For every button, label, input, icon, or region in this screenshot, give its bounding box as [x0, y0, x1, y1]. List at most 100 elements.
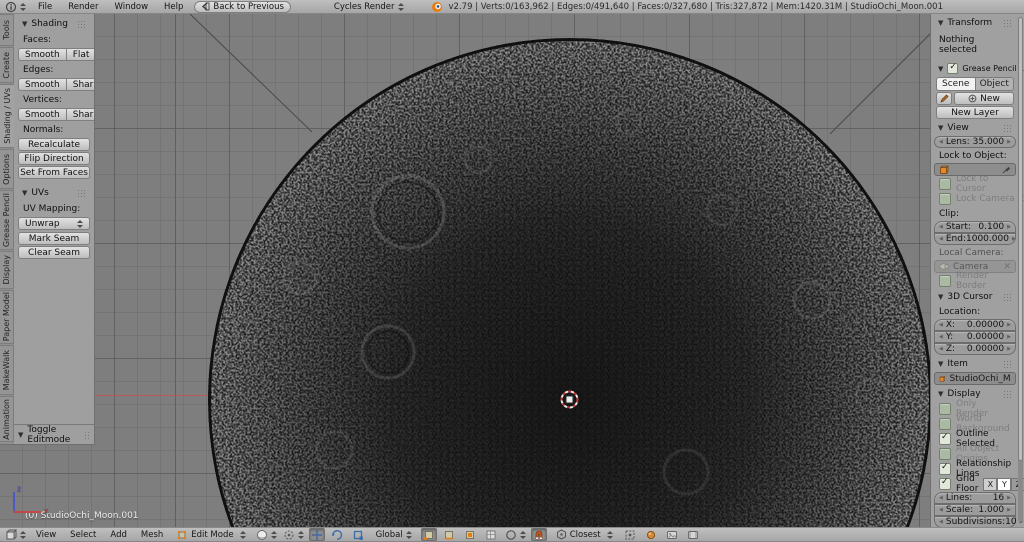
menu-window[interactable]: Window	[110, 2, 154, 12]
decrement-icon[interactable]: ◀	[939, 507, 943, 513]
decrement-icon[interactable]: ◀	[939, 495, 943, 501]
vertex-select-button[interactable]	[420, 528, 437, 541]
grid-scale-field[interactable]: ◀ Scale: 1.000 ▶	[934, 504, 1016, 516]
decrement-icon[interactable]: ◀	[939, 139, 943, 145]
menu-add[interactable]: Add	[105, 530, 131, 540]
increment-icon[interactable]: ▶	[1007, 334, 1011, 340]
menu-file[interactable]: File	[33, 2, 57, 12]
panel-header-item[interactable]: ▼ Item	[934, 356, 1016, 371]
snap-element-dropdown[interactable]: Closest	[551, 529, 618, 540]
increment-icon[interactable]: ▶	[1007, 495, 1011, 501]
decrement-icon[interactable]: ◀	[939, 519, 943, 525]
automerge-button[interactable]	[643, 528, 660, 541]
item-name-field[interactable]: StudioOchi_Moon.0...	[934, 372, 1016, 385]
render-border-checkbox[interactable]	[939, 275, 951, 287]
tab-create[interactable]: Create	[0, 47, 14, 83]
close-icon[interactable]: ✕	[1003, 262, 1011, 272]
lock-camera-checkbox[interactable]	[939, 193, 951, 205]
tab-display[interactable]: Display	[0, 251, 14, 289]
new-layer-button[interactable]: New Layer	[936, 106, 1014, 119]
properties-scrollbar[interactable]	[1018, 17, 1023, 522]
lens-field[interactable]: ◀ Lens: 35.000 ▶	[934, 136, 1016, 148]
increment-icon[interactable]: ▶	[1007, 507, 1011, 513]
set-from-faces-button[interactable]: Set From Faces	[18, 166, 90, 179]
manipulator-scale-button[interactable]	[350, 528, 367, 541]
grid-subdivisions-field[interactable]: ◀ Subdivisions: 10 ▶	[934, 516, 1023, 527]
relationship-lines-checkbox[interactable]	[939, 462, 951, 475]
panel-header-view[interactable]: ▼ View	[934, 120, 1016, 135]
edge-select-button[interactable]	[441, 528, 458, 541]
3d-viewport[interactable]: Front Ortho (0) StudioOchi_Moon.001 x z	[0, 14, 930, 527]
all-object-origins-checkbox[interactable]	[939, 448, 951, 460]
tab-grease-pencil[interactable]: Grease Pencil	[0, 190, 14, 250]
mode-dropdown[interactable]: Edit Mode	[172, 529, 250, 540]
uv-unwrap-dropdown[interactable]: Unwrap	[18, 217, 90, 230]
world-background-checkbox[interactable]	[939, 418, 951, 430]
panel-header-uvs[interactable]: ▼ UVs	[18, 185, 90, 200]
panel-header-shading[interactable]: ▼ Shading	[18, 16, 90, 31]
increment-icon[interactable]: ▶	[1007, 139, 1011, 145]
opengl-render-button[interactable]	[664, 528, 681, 541]
limit-selection-visible-button[interactable]	[483, 528, 500, 541]
editor-type-button[interactable]	[4, 0, 27, 13]
panel-header-grease-pencil-layers[interactable]: ▼ Grease Pencil Layers	[934, 60, 1024, 76]
tab-animation[interactable]: Animation	[0, 396, 14, 442]
snap-toggle-button[interactable]	[530, 528, 547, 541]
manipulator-translate-button[interactable]	[308, 528, 325, 541]
cursor-y-field[interactable]: ◀ Y: 0.00000 ▶	[934, 331, 1016, 343]
editor-type-button[interactable]	[4, 528, 27, 541]
increment-icon[interactable]: ▶	[1007, 322, 1011, 328]
back-to-previous-button[interactable]: Back to Previous	[194, 0, 291, 13]
outline-selected-checkbox[interactable]	[939, 432, 951, 445]
decrement-icon[interactable]: ◀	[939, 236, 943, 242]
moon-mesh-object[interactable]	[0, 14, 930, 527]
lock-camera-row[interactable]: Lock Camera to View	[934, 192, 1024, 206]
gp-source-scene-tab[interactable]: Scene	[936, 77, 976, 91]
vertices-sharp-button[interactable]: Sharp	[65, 108, 94, 121]
gp-source-object-tab[interactable]: Object	[975, 77, 1014, 91]
decrement-icon[interactable]: ◀	[939, 346, 943, 352]
cursor-z-field[interactable]: ◀ Z: 0.00000 ▶	[934, 343, 1016, 355]
tab-shading-uvs[interactable]: Shading / UVs	[0, 84, 14, 148]
grid-floor-checkbox[interactable]	[939, 477, 951, 490]
clip-start-field[interactable]: ◀ Start: 0.100 ▶	[934, 221, 1016, 233]
edges-smooth-button[interactable]: Smooth	[18, 78, 66, 91]
opengl-render-anim-button[interactable]	[685, 528, 702, 541]
decrement-icon[interactable]: ◀	[939, 334, 943, 340]
grid-axis-x-toggle[interactable]: X	[983, 477, 998, 491]
grid-floor-row[interactable]: Grid Floor X Y Z	[934, 474, 1024, 494]
cursor-x-field[interactable]: ◀ X: 0.00000 ▶	[934, 319, 1016, 331]
lock-to-cursor-checkbox[interactable]	[939, 178, 951, 190]
increment-icon[interactable]: ▶	[1012, 236, 1016, 242]
menu-render[interactable]: Render	[63, 2, 103, 12]
proportional-edit-dropdown[interactable]	[504, 528, 527, 541]
render-border-row[interactable]: Render Border	[934, 271, 1016, 291]
tab-tools[interactable]: Tools	[0, 14, 14, 46]
eyedropper-icon[interactable]	[1002, 165, 1011, 174]
gp-draw-button[interactable]	[936, 92, 952, 105]
panel-header-3d-cursor[interactable]: ▼ 3D Cursor	[934, 289, 1016, 304]
panel-header-transform[interactable]: ▼ Transform	[934, 15, 1016, 30]
decrement-icon[interactable]: ◀	[939, 224, 943, 230]
redo-panel-header[interactable]: ▼ Toggle Editmode	[14, 424, 94, 445]
scrollbar-thumb[interactable]	[1018, 17, 1023, 462]
local-camera-selector[interactable]: Camera ✕	[934, 260, 1016, 273]
gp-layers-checkbox[interactable]	[947, 62, 959, 74]
clip-end-field[interactable]: ◀ End: 1000.000 ▶	[934, 233, 1016, 245]
mark-seam-button[interactable]: Mark Seam	[18, 232, 90, 245]
tab-makewalk[interactable]: MakeWalk	[0, 345, 14, 395]
clear-seam-button[interactable]: Clear Seam	[18, 246, 90, 259]
recalculate-button[interactable]: Recalculate	[18, 138, 90, 151]
only-render-checkbox[interactable]	[939, 403, 951, 415]
face-select-button[interactable]	[462, 528, 479, 541]
manipulator-rotate-button[interactable]	[329, 528, 346, 541]
grid-axis-y-toggle[interactable]: Y	[997, 477, 1012, 491]
snap-target-button[interactable]	[622, 528, 639, 541]
increment-icon[interactable]: ▶	[1007, 224, 1011, 230]
grid-lines-field[interactable]: ◀ Lines: 16 ▶	[934, 492, 1016, 504]
menu-help[interactable]: Help	[159, 2, 188, 12]
menu-select[interactable]: Select	[65, 530, 101, 540]
flip-direction-button[interactable]: Flip Direction	[18, 152, 90, 165]
lock-to-cursor-row[interactable]: Lock to Cursor	[934, 174, 1016, 194]
edges-sharp-button[interactable]: Sharp	[65, 78, 94, 91]
